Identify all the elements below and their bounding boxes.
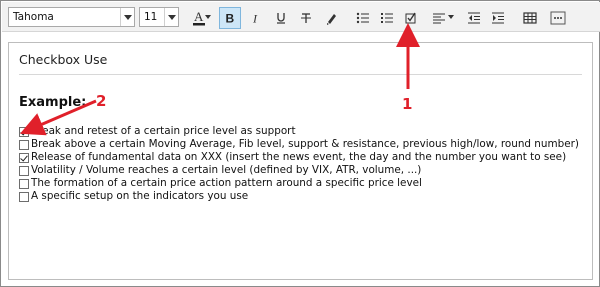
more-icon <box>550 11 566 25</box>
checklist-item-text[interactable]: Break above a certain Moving Average, Fi… <box>31 138 579 151</box>
checklist-item-text[interactable]: Release of fundamental data on XXX (inse… <box>31 151 566 164</box>
checklist-item-text[interactable]: Break and retest of a certain price leve… <box>31 125 296 138</box>
align-dropdown-caret-icon[interactable] <box>448 15 454 19</box>
bulleted-list-button[interactable] <box>352 7 374 29</box>
chevron-down-icon[interactable] <box>164 8 178 26</box>
bulleted-list-icon <box>356 12 369 24</box>
decrease-indent-button[interactable] <box>463 7 485 29</box>
checklist-item-text[interactable]: Volatility / Volume reaches a certain le… <box>31 164 421 177</box>
chevron-down-icon[interactable] <box>120 8 134 26</box>
increase-indent-icon <box>492 12 504 24</box>
font-family-value: Tahoma <box>13 11 54 23</box>
checkbox[interactable] <box>19 191 29 202</box>
underline-button[interactable] <box>270 7 292 29</box>
svg-text:I: I <box>252 12 258 26</box>
align-button[interactable] <box>428 7 450 29</box>
align-icon <box>433 13 445 24</box>
font-size-value: 11 <box>144 11 158 23</box>
editor-window: Tahoma 11 A B I Checkbox Use Example: Br… <box>0 0 600 287</box>
checklist: Break and retest of a certain price leve… <box>19 125 589 203</box>
bold-icon: B <box>226 12 235 26</box>
table-icon <box>523 12 537 24</box>
checklist-item: The formation of a certain price action … <box>19 177 589 190</box>
text-color-icon: A <box>193 10 205 26</box>
bold-button[interactable]: B <box>219 7 241 29</box>
color-dropdown-caret-icon[interactable] <box>205 15 211 19</box>
checklist-item: Release of fundamental data on XXX (inse… <box>19 151 589 164</box>
strikethrough-button[interactable] <box>295 7 317 29</box>
italic-button[interactable]: I <box>245 7 267 29</box>
checklist-item: Break above a certain Moving Average, Fi… <box>19 138 589 151</box>
font-size-select[interactable]: 11 <box>139 7 179 27</box>
checklist-item-text[interactable]: The formation of a certain price action … <box>31 177 422 190</box>
more-options-button[interactable] <box>547 7 569 29</box>
checkbox-list-button[interactable] <box>400 7 422 29</box>
checkbox[interactable] <box>19 165 29 176</box>
title-divider <box>19 74 582 75</box>
numbered-list-button[interactable] <box>376 7 398 29</box>
annotation-label-1: 1 <box>402 95 413 113</box>
strikethrough-icon <box>301 13 311 23</box>
numbered-list-icon <box>381 13 393 23</box>
checklist-item: Break and retest of a certain price leve… <box>19 125 589 138</box>
checkbox[interactable] <box>19 139 29 150</box>
underline-icon <box>277 13 285 24</box>
svg-text:B: B <box>226 12 235 26</box>
checkbox[interactable] <box>19 126 29 137</box>
highlight-button[interactable] <box>320 7 342 29</box>
note-title[interactable]: Checkbox Use <box>19 52 107 67</box>
decrease-indent-icon <box>468 12 480 24</box>
annotation-label-2: 2 <box>96 92 107 110</box>
formatting-toolbar: Tahoma 11 A B I <box>2 2 600 32</box>
checkbox-list-icon <box>405 12 416 24</box>
insert-table-button[interactable] <box>519 7 541 29</box>
checklist-item-text[interactable]: A specific setup on the indicators you u… <box>31 190 248 203</box>
italic-icon: I <box>252 12 258 26</box>
font-family-select[interactable]: Tahoma <box>8 7 135 27</box>
svg-text:A: A <box>194 10 204 24</box>
example-heading: Example: <box>19 95 87 110</box>
checkbox[interactable] <box>19 178 29 189</box>
checklist-item: Volatility / Volume reaches a certain le… <box>19 164 589 177</box>
checklist-item: A specific setup on the indicators you u… <box>19 190 589 203</box>
increase-indent-button[interactable] <box>487 7 509 29</box>
highlight-icon <box>327 14 336 25</box>
note-editor-panel[interactable]: Checkbox Use Example: Break and retest o… <box>8 42 593 280</box>
checkbox[interactable] <box>19 152 29 163</box>
